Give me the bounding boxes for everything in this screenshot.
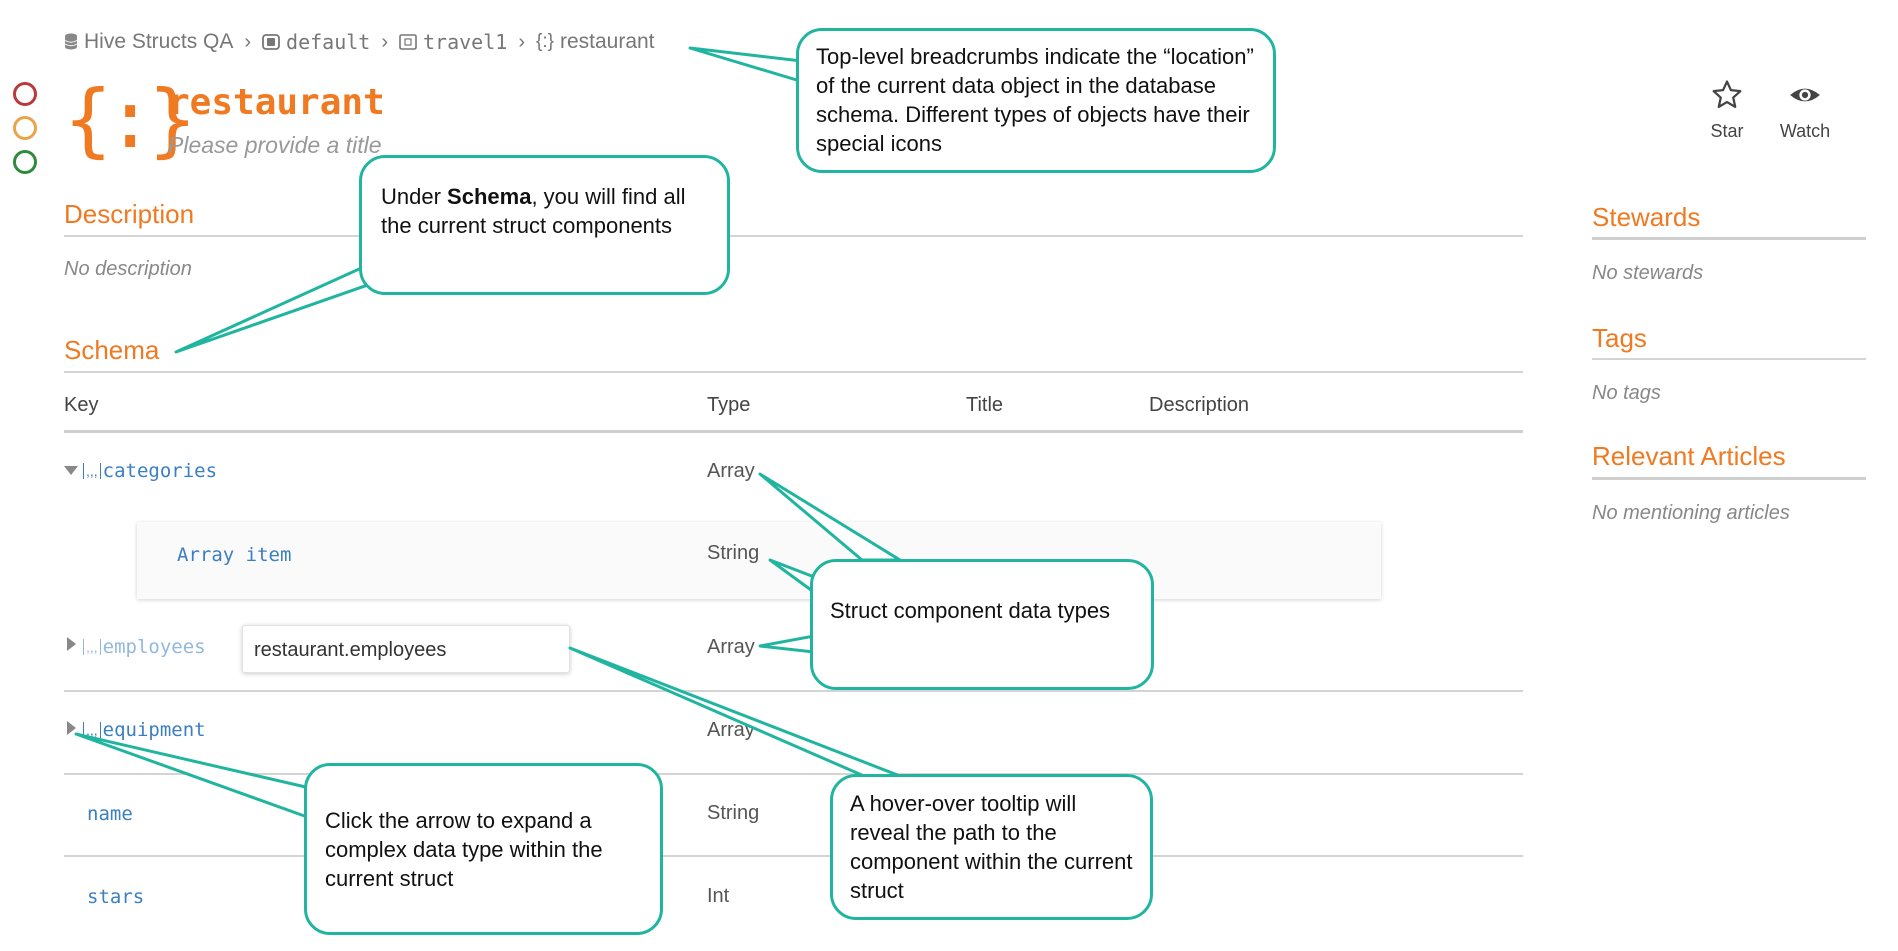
callout-types: Struct component data types xyxy=(810,559,1154,690)
callout-breadcrumbs-text: Top-level breadcrumbs indicate the “loca… xyxy=(816,44,1254,156)
callout-tooltip-text: A hover-over tooltip will reveal the pat… xyxy=(850,791,1133,903)
pointer-expand xyxy=(74,732,312,820)
callout-schema-text-bold: Schema xyxy=(447,184,532,209)
callout-expand-text: Click the arrow to expand a complex data… xyxy=(325,808,603,891)
callout-expand: Click the arrow to expand a complex data… xyxy=(304,763,663,935)
pointer-type-employees xyxy=(758,634,816,654)
callout-types-text: Struct component data types xyxy=(830,598,1111,623)
pointer-breadcrumbs xyxy=(688,46,812,86)
callout-schema-text-pre: Under xyxy=(381,184,448,209)
callout-breadcrumbs: Top-level breadcrumbs indicate the “loca… xyxy=(796,28,1276,173)
pointer-type-array xyxy=(758,472,902,562)
callout-tooltip: A hover-over tooltip will reveal the pat… xyxy=(830,774,1153,920)
callout-schema: Under Schema, you will find all the curr… xyxy=(359,155,730,295)
